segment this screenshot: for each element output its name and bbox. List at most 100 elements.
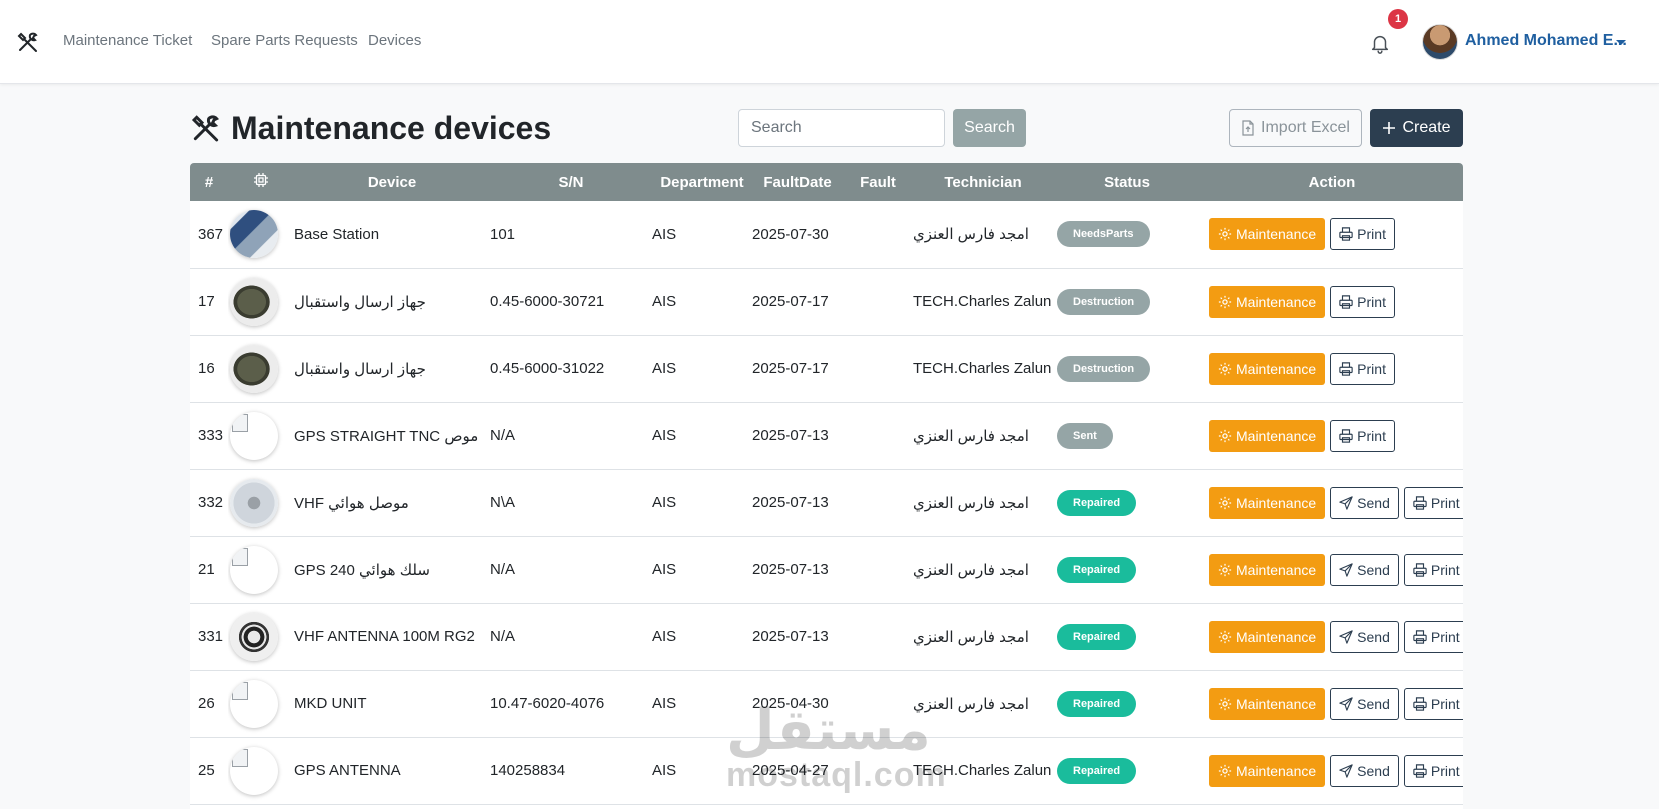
search-button[interactable]: Search xyxy=(953,109,1026,147)
cell-fault-date: 2025-07-17 xyxy=(752,360,829,377)
maintenance-button[interactable]: Maintenance xyxy=(1209,218,1326,251)
print-button[interactable]: Print xyxy=(1403,486,1463,519)
cell-sn: 10.47-6020-4076 xyxy=(490,695,605,712)
table-row[interactable]: 26 MKD UNIT 10.47-6020-4076 AIS 2025-04-30 ام… xyxy=(190,670,1463,737)
print-button[interactable]: Print xyxy=(1330,218,1395,251)
cell-image xyxy=(228,402,294,469)
device-thumbnail[interactable] xyxy=(230,210,278,259)
user-menu-name[interactable]: Ahmed Mohamed E... xyxy=(1465,32,1627,50)
cell-actions: Maintenance Print xyxy=(1201,268,1463,335)
cell-actions: Maintenance Print xyxy=(1201,201,1463,268)
cell-fault xyxy=(843,469,913,536)
gear-icon xyxy=(1218,697,1232,710)
chevron-down-icon[interactable] xyxy=(1616,40,1626,45)
row-actions: Maintenance Send Print xyxy=(1209,687,1463,720)
bell-icon[interactable] xyxy=(1369,32,1391,54)
table-row[interactable]: 333 GPS STRAIGHT TNC موص N/A AIS 2025-07-13 ا… xyxy=(190,402,1463,469)
cell-department: AIS xyxy=(652,225,677,243)
print-label: Print xyxy=(1357,427,1386,444)
nav-spare-parts-requests[interactable]: Spare Parts Requests xyxy=(211,32,358,49)
maintenance-button[interactable]: Maintenance xyxy=(1209,553,1326,586)
cell-image xyxy=(228,603,294,670)
avatar[interactable] xyxy=(1422,24,1458,60)
printer-icon xyxy=(1339,428,1353,443)
cell-technician: امجد فارس العنزي xyxy=(913,695,1029,713)
device-thumbnail[interactable] xyxy=(230,478,278,527)
device-thumbnail[interactable] xyxy=(230,545,278,594)
device-thumbnail[interactable] xyxy=(230,679,278,728)
cell-device: VHF ANTENNA 100M RG2 xyxy=(294,628,475,645)
create-button[interactable]: Create xyxy=(1370,109,1463,147)
cell-image xyxy=(228,536,294,603)
cell-sn: 0.45-6000-30721 xyxy=(490,293,605,310)
device-thumbnail[interactable] xyxy=(230,411,278,460)
nav-devices[interactable]: Devices xyxy=(368,32,421,49)
send-icon xyxy=(1339,562,1353,577)
cell-department: AIS xyxy=(652,293,677,310)
maintenance-button[interactable]: Maintenance xyxy=(1209,486,1326,519)
notification-badge: 1 xyxy=(1388,9,1408,29)
nav-maintenance-ticket[interactable]: Maintenance Ticket xyxy=(63,32,192,49)
search-input[interactable] xyxy=(738,109,945,147)
send-button[interactable]: Send xyxy=(1330,620,1399,653)
cell-fault-date: 2025-04-30 xyxy=(752,695,829,712)
maintenance-button[interactable]: Maintenance xyxy=(1209,687,1326,720)
status-badge: Repaired xyxy=(1057,489,1137,516)
cell-device: جهاز ارسال واستقبال xyxy=(294,360,426,378)
maintenance-button[interactable]: Maintenance xyxy=(1209,352,1326,385)
print-button[interactable]: Print xyxy=(1330,419,1395,452)
maintenance-label: Maintenance xyxy=(1236,293,1317,310)
print-button[interactable]: Print xyxy=(1330,285,1395,318)
maintenance-button[interactable]: Maintenance xyxy=(1209,620,1326,653)
cell-id: 333 xyxy=(198,427,224,444)
maintenance-button[interactable]: Maintenance xyxy=(1209,419,1326,452)
table-row[interactable]: 17 جهاز ارسال واستقبال 0.45-6000-30721 AIS 2… xyxy=(190,268,1463,335)
import-excel-button[interactable]: Import Excel xyxy=(1229,109,1362,147)
cell-id: 17 xyxy=(198,293,215,310)
tools-icon[interactable] xyxy=(16,30,40,54)
cell-device: جهاز ارسال واستقبال xyxy=(294,293,426,311)
maintenance-button[interactable]: Maintenance xyxy=(1209,754,1326,787)
cell-fault xyxy=(843,737,913,804)
table-row[interactable]: 25 GPS ANTENNA 140258834 AIS 2025-04-27 TECH.… xyxy=(190,737,1463,804)
gear-icon xyxy=(1218,295,1232,308)
status-badge: Repaired xyxy=(1057,757,1137,784)
print-button[interactable]: Print xyxy=(1403,687,1463,720)
page-title: Maintenance devices xyxy=(231,110,552,146)
send-button[interactable]: Send xyxy=(1330,553,1399,586)
send-icon xyxy=(1339,763,1353,778)
send-button[interactable]: Send xyxy=(1330,754,1399,787)
table-row[interactable]: 367 Base Station 101 AIS 2025-07-30 امجد فارس… xyxy=(190,201,1463,268)
table-row[interactable]: 331 VHF ANTENNA 100M RG2 N/A AIS 2025-07-13 ا… xyxy=(190,603,1463,670)
cell-actions: Maintenance Print xyxy=(1201,335,1463,402)
send-button[interactable]: Send xyxy=(1330,687,1399,720)
device-thumbnail[interactable] xyxy=(230,746,278,795)
printer-icon xyxy=(1413,629,1427,644)
maintenance-button[interactable]: Maintenance xyxy=(1209,285,1326,318)
table-row[interactable]: 332 VHF موصل هوائي N\A AIS 2025-07-13 امجد فا… xyxy=(190,469,1463,536)
device-thumbnail[interactable] xyxy=(230,612,278,661)
devices-table: # Device S/N Department FaultDate Fault Techni… xyxy=(190,163,1463,805)
maintenance-label: Maintenance xyxy=(1236,561,1317,578)
device-thumbnail[interactable] xyxy=(230,277,278,326)
cell-image xyxy=(228,670,294,737)
print-button[interactable]: Print xyxy=(1403,553,1463,586)
table-row[interactable]: 16 جهاز ارسال واستقبال 0.45-6000-31022 AIS 2… xyxy=(190,335,1463,402)
printer-icon xyxy=(1413,495,1427,510)
status-badge: Destruction xyxy=(1057,355,1151,382)
cell-device: GPS STRAIGHT TNC موص xyxy=(294,427,479,445)
cell-fault xyxy=(843,670,913,737)
print-button[interactable]: Print xyxy=(1403,754,1463,787)
maintenance-label: Maintenance xyxy=(1236,695,1317,712)
print-button[interactable]: Print xyxy=(1330,352,1395,385)
cell-department: AIS xyxy=(652,695,677,712)
send-button[interactable]: Send xyxy=(1330,486,1399,519)
table-row[interactable]: 21 GPS 240 سلك هوائي N/A AIS 2025-07-13 امجد … xyxy=(190,536,1463,603)
device-thumbnail[interactable] xyxy=(230,344,278,393)
cell-department: AIS xyxy=(652,561,677,578)
print-button[interactable]: Print xyxy=(1403,620,1463,653)
header-faultdate: FaultDate xyxy=(763,173,832,191)
top-navbar: Maintenance Ticket Spare Parts Requests … xyxy=(0,0,1659,84)
header-sn: S/N xyxy=(558,173,584,191)
cell-device: GPS 240 سلك هوائي xyxy=(294,561,430,579)
